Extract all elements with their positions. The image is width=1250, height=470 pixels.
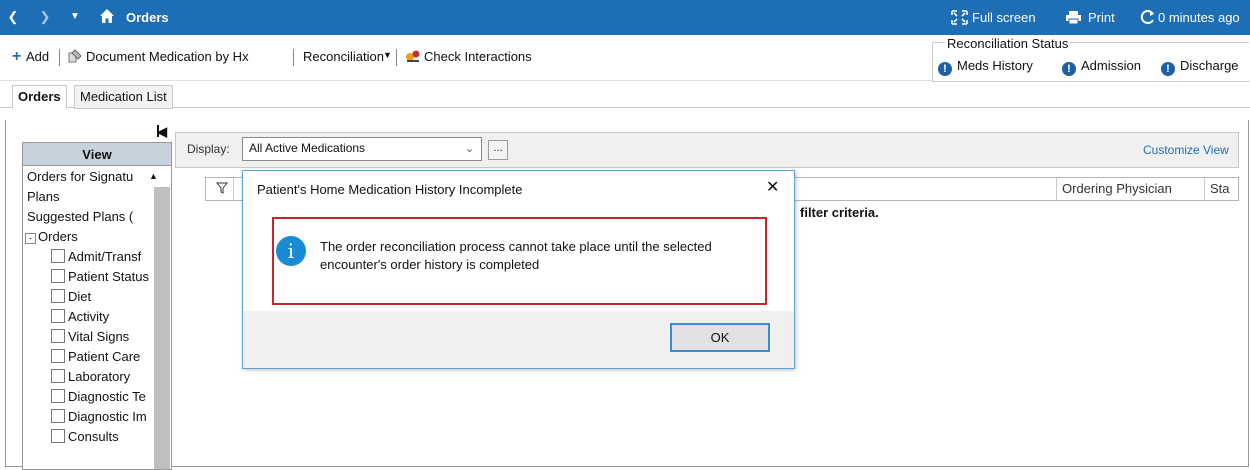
- checkbox[interactable]: [51, 429, 65, 443]
- tree-item-diagnostic-tests[interactable]: Diagnostic Te: [51, 387, 151, 407]
- checkbox[interactable]: [51, 349, 65, 363]
- toolbar-divider: [59, 49, 60, 66]
- title-bar: ❮ ❯ ▼ Orders Full screen Print 0 minutes…: [0, 0, 1250, 35]
- scroll-up-icon[interactable]: ▲: [149, 171, 158, 181]
- column-divider: [1056, 178, 1057, 200]
- document-medication-icon[interactable]: [67, 48, 83, 67]
- tree-item-consults[interactable]: Consults: [51, 427, 151, 447]
- alert-icon: !: [1062, 62, 1076, 76]
- column-divider: [1204, 178, 1205, 200]
- collapse-bar: [157, 125, 159, 137]
- reconciliation-dropdown-icon[interactable]: ▼: [383, 50, 392, 60]
- add-button[interactable]: Add: [26, 49, 49, 64]
- back-arrow-icon[interactable]: ❮: [2, 6, 24, 28]
- check-interactions-icon[interactable]: [404, 48, 422, 67]
- chevron-down-icon: ⌄: [465, 143, 475, 155]
- column-header-ordering-physician[interactable]: Ordering Physician: [1062, 178, 1172, 200]
- checkbox[interactable]: [51, 269, 65, 283]
- discharge-status[interactable]: ! Discharge: [1161, 58, 1239, 76]
- display-label: Display:: [187, 142, 230, 156]
- display-select-value: All Active Medications: [249, 141, 366, 155]
- forward-arrow-icon[interactable]: ❯: [34, 6, 56, 28]
- check-interactions-button[interactable]: Check Interactions: [424, 49, 532, 64]
- fullscreen-button[interactable]: Full screen: [972, 0, 1036, 35]
- medication-history-dialog: Patient's Home Medication History Incomp…: [242, 170, 795, 369]
- checkbox[interactable]: [51, 389, 65, 403]
- checkbox[interactable]: [51, 409, 65, 423]
- tab-medication-list[interactable]: Medication List: [74, 85, 173, 109]
- checkbox[interactable]: [51, 309, 65, 323]
- tree-item-orders-for-signature[interactable]: Orders for Signatu: [27, 167, 151, 187]
- tree-item-patient-status[interactable]: Patient Status: [51, 267, 151, 287]
- alert-icon: !: [938, 62, 952, 76]
- checkbox[interactable]: [51, 289, 65, 303]
- print-button[interactable]: Print: [1088, 0, 1115, 35]
- tab-orders[interactable]: Orders: [12, 85, 67, 109]
- tree-item-plans[interactable]: Plans: [27, 187, 60, 207]
- dialog-message-line-1: The order reconciliation process cannot …: [320, 239, 712, 254]
- page-title: Orders: [126, 10, 169, 25]
- last-refreshed-label[interactable]: 0 minutes ago: [1158, 0, 1240, 35]
- add-icon[interactable]: +: [12, 48, 21, 66]
- panel-scrollbar[interactable]: [154, 187, 170, 469]
- tree-item-admit-transfer[interactable]: Admit/Transf: [51, 247, 151, 267]
- tree-item-vital-signs[interactable]: Vital Signs: [51, 327, 151, 347]
- display-select[interactable]: All Active Medications ⌄: [242, 137, 482, 161]
- filter-icon[interactable]: [215, 182, 229, 197]
- meds-history-status[interactable]: ! Meds History: [938, 58, 1033, 76]
- dialog-title: Patient's Home Medication History Incomp…: [257, 182, 523, 197]
- view-panel-header: View: [23, 143, 171, 166]
- print-icon[interactable]: [1065, 10, 1082, 28]
- dialog-message-line-2: encounter's order history is completed: [320, 257, 540, 272]
- reconciliation-button[interactable]: Reconciliation: [303, 49, 384, 64]
- grid-empty-message: filter criteria.: [800, 205, 879, 220]
- ok-button[interactable]: OK: [670, 323, 770, 352]
- close-icon[interactable]: ✕: [766, 177, 779, 197]
- admission-status[interactable]: ! Admission: [1062, 58, 1141, 76]
- customize-view-link[interactable]: Customize View: [1143, 143, 1229, 157]
- tree-item-diagnostic-imaging[interactable]: Diagnostic Im: [51, 407, 151, 427]
- tree-item-patient-care[interactable]: Patient Care: [51, 347, 151, 367]
- fullscreen-icon[interactable]: [951, 10, 968, 28]
- alert-icon: !: [1161, 62, 1175, 76]
- checkbox[interactable]: [51, 249, 65, 263]
- refresh-icon[interactable]: [1140, 9, 1156, 28]
- reconciliation-status-title: Reconciliation Status: [945, 36, 1071, 51]
- dropdown-arrow-icon[interactable]: ▼: [64, 6, 86, 28]
- tree-item-diet[interactable]: Diet: [51, 287, 151, 307]
- collapse-node-icon[interactable]: -: [25, 233, 36, 244]
- checkbox[interactable]: [51, 369, 65, 383]
- checkbox[interactable]: [51, 329, 65, 343]
- info-icon: i: [276, 236, 306, 266]
- tree-item-laboratory[interactable]: Laboratory: [51, 367, 151, 387]
- view-panel: View Orders for Signatu ▲ Plans Suggeste…: [22, 142, 172, 470]
- toolbar-divider: [396, 49, 397, 66]
- display-options-button[interactable]: ...: [488, 140, 508, 160]
- tree-item-orders[interactable]: - Orders: [25, 227, 78, 247]
- tab-bar: Orders Medication List: [0, 85, 1250, 109]
- home-icon[interactable]: [96, 6, 118, 28]
- toolbar-divider: [293, 49, 294, 66]
- tree-item-activity[interactable]: Activity: [51, 307, 151, 327]
- column-divider: [233, 178, 234, 200]
- document-medication-button[interactable]: Document Medication by Hx: [86, 49, 249, 64]
- tree-item-suggested-plans[interactable]: Suggested Plans (: [27, 207, 151, 227]
- column-header-status[interactable]: Sta: [1210, 178, 1230, 200]
